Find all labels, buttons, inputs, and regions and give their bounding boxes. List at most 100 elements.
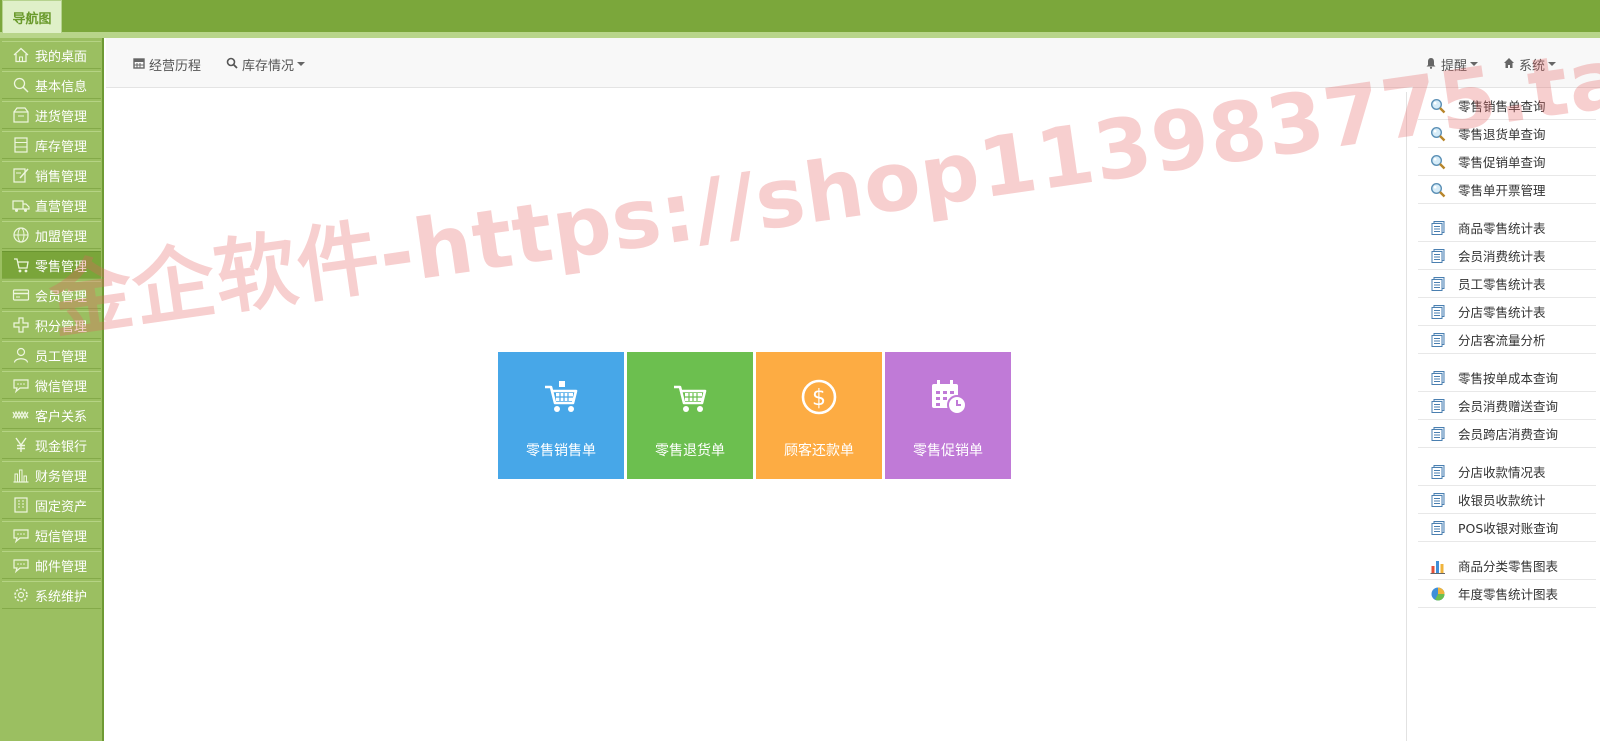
sidebar-item-label: 员工管理 — [35, 349, 88, 365]
report-link-label: POS收银对账查询 — [1458, 521, 1559, 536]
sidebar-item-label: 现金银行 — [35, 439, 88, 455]
sidebar-item-label: 我的桌面 — [35, 49, 88, 65]
home-icon — [11, 46, 31, 64]
system-menu[interactable]: 系统 — [1503, 54, 1557, 74]
building-icon — [11, 496, 31, 514]
sidebar-item[interactable]: 固定资产 — [2, 491, 101, 519]
sidebar-item[interactable]: 销售管理 — [2, 161, 101, 189]
report-link[interactable]: 年度零售统计图表 — [1418, 580, 1596, 608]
report-link[interactable]: POS收银对账查询 — [1418, 514, 1596, 542]
chevron-down-icon — [1548, 62, 1557, 66]
reminder-menu[interactable]: 提醒 — [1425, 54, 1479, 74]
sidebar-item[interactable]: 会员管理 — [2, 281, 101, 309]
search-icon — [11, 76, 31, 94]
report-link[interactable]: 会员消费赠送查询 — [1418, 392, 1596, 420]
sidebar-item-label: 零售管理 — [35, 259, 88, 275]
sidebar-item[interactable]: 加盟管理 — [2, 221, 101, 249]
tile-customer-repayment[interactable]: $ 顾客还款单 — [756, 352, 882, 479]
sidebar-item[interactable]: 进货管理 — [2, 101, 101, 129]
dollar-circle-icon: $ — [799, 377, 839, 417]
sidebar-item[interactable]: 零售管理 — [2, 251, 101, 279]
chevron-down-icon — [1470, 62, 1479, 66]
magnifier-icon — [1429, 125, 1447, 143]
sidebar-item-label: 直营管理 — [35, 199, 88, 215]
sidebar-item-label: 短信管理 — [35, 529, 88, 545]
sidebar-item[interactable]: 员工管理 — [2, 341, 101, 369]
report-link-label: 收银员收款统计 — [1458, 493, 1546, 508]
report-group: 商品零售统计表会员消费统计表员工零售统计表 分店零售统计表分店客流量分析 — [1418, 214, 1596, 354]
sidebar-item[interactable]: 微信管理 — [2, 371, 101, 399]
report-link[interactable]: 零售退货单查询 — [1418, 120, 1596, 148]
database-icon — [11, 136, 31, 154]
tile-retail-return-order[interactable]: 零售退货单 — [627, 352, 753, 479]
sidebar-item[interactable]: 客户关系 — [2, 401, 101, 429]
report-icon — [1429, 397, 1447, 415]
tile-label: 零售退货单 — [655, 443, 725, 459]
chat-icon — [11, 376, 31, 394]
cart-icon — [11, 256, 31, 274]
report-icon — [1429, 463, 1447, 481]
tile-retail-sales-order[interactable]: 零售销售单 — [498, 352, 624, 479]
sidebar-item[interactable]: 邮件管理 — [2, 551, 101, 579]
report-link-label: 分店客流量分析 — [1458, 333, 1546, 348]
inventory-menu[interactable]: 库存情况 — [226, 54, 306, 74]
sidebar-item-label: 会员管理 — [35, 289, 88, 305]
pie-chart-icon — [1429, 585, 1447, 603]
report-link[interactable]: 分店零售统计表 — [1418, 298, 1596, 326]
tab-navigation-map[interactable]: 导航图 — [2, 0, 62, 33]
report-link[interactable]: 零售按单成本查询 — [1418, 364, 1596, 392]
cart-icon — [541, 377, 581, 417]
calendar-clock-icon — [928, 377, 968, 417]
report-icon — [1429, 425, 1447, 443]
sidebar-item[interactable]: 直营管理 — [2, 191, 101, 219]
user-icon — [11, 346, 31, 364]
report-group: 零售销售单查询零售退货单查询零售促销单查询零售单开票管理 — [1418, 92, 1596, 204]
sidebar-item[interactable]: 系统维护 — [2, 581, 101, 609]
report-link-label: 零售单开票管理 — [1458, 183, 1546, 198]
history-menu[interactable]: 经营历程 — [133, 54, 201, 74]
report-link-label: 零售退货单查询 — [1458, 127, 1546, 142]
sidebar: 我的桌面基本信息 进货管理 库存管理 销售管理直营管理加盟管理零售管理会员管理积分管理… — [0, 38, 104, 741]
toolbar: 经营历程 库存情况 提醒 系统 — [106, 38, 1600, 88]
sidebar-item[interactable]: 积分管理 — [2, 311, 101, 339]
system-label: 系统 — [1519, 58, 1546, 74]
sidebar-item[interactable]: 我的桌面 — [2, 41, 101, 69]
report-link-label: 会员消费统计表 — [1458, 249, 1546, 264]
sidebar-item-label: 积分管理 — [35, 319, 88, 335]
inventory-label: 库存情况 — [242, 58, 295, 74]
tile-label: 零售销售单 — [526, 443, 596, 459]
box-icon — [11, 106, 31, 124]
report-link-label: 分店收款情况表 — [1458, 465, 1546, 480]
report-link[interactable]: 零售单开票管理 — [1418, 176, 1596, 204]
bar-chart-icon — [1429, 557, 1447, 575]
magnifier-icon — [1429, 181, 1447, 199]
report-group: 分店收款情况表 收银员收款统计 POS收银对账查询 — [1418, 458, 1596, 542]
sidebar-item[interactable]: 现金银行 — [2, 431, 101, 459]
report-link[interactable]: 分店收款情况表 — [1418, 458, 1596, 486]
report-link[interactable]: 商品分类零售图表 — [1418, 552, 1596, 580]
sidebar-item[interactable]: 基本信息 — [2, 71, 101, 99]
tile-retail-promotion[interactable]: 零售促销单 — [885, 352, 1011, 479]
truck-icon — [11, 196, 31, 214]
report-link[interactable]: 收银员收款统计 — [1418, 486, 1596, 514]
report-link[interactable]: 零售促销单查询 — [1418, 148, 1596, 176]
report-link[interactable]: 零售销售单查询 — [1418, 92, 1596, 120]
report-link[interactable]: 会员消费统计表 — [1418, 242, 1596, 270]
report-icon — [1429, 491, 1447, 509]
report-icon — [1429, 275, 1447, 293]
sidebar-item[interactable]: 财务管理 — [2, 461, 101, 489]
report-link[interactable]: 商品零售统计表 — [1418, 214, 1596, 242]
report-icon — [1429, 219, 1447, 237]
sidebar-item[interactable]: 短信管理 — [2, 521, 101, 549]
sidebar-item[interactable]: 库存管理 — [2, 131, 101, 159]
sidebar-item-label: 客户关系 — [35, 409, 88, 425]
report-link[interactable]: 分店客流量分析 — [1418, 326, 1596, 354]
report-link[interactable]: 会员跨店消费查询 — [1418, 420, 1596, 448]
report-icon — [1429, 331, 1447, 349]
globe-icon — [11, 226, 31, 244]
report-link-label: 会员跨店消费查询 — [1458, 427, 1559, 442]
report-link[interactable]: 员工零售统计表 — [1418, 270, 1596, 298]
